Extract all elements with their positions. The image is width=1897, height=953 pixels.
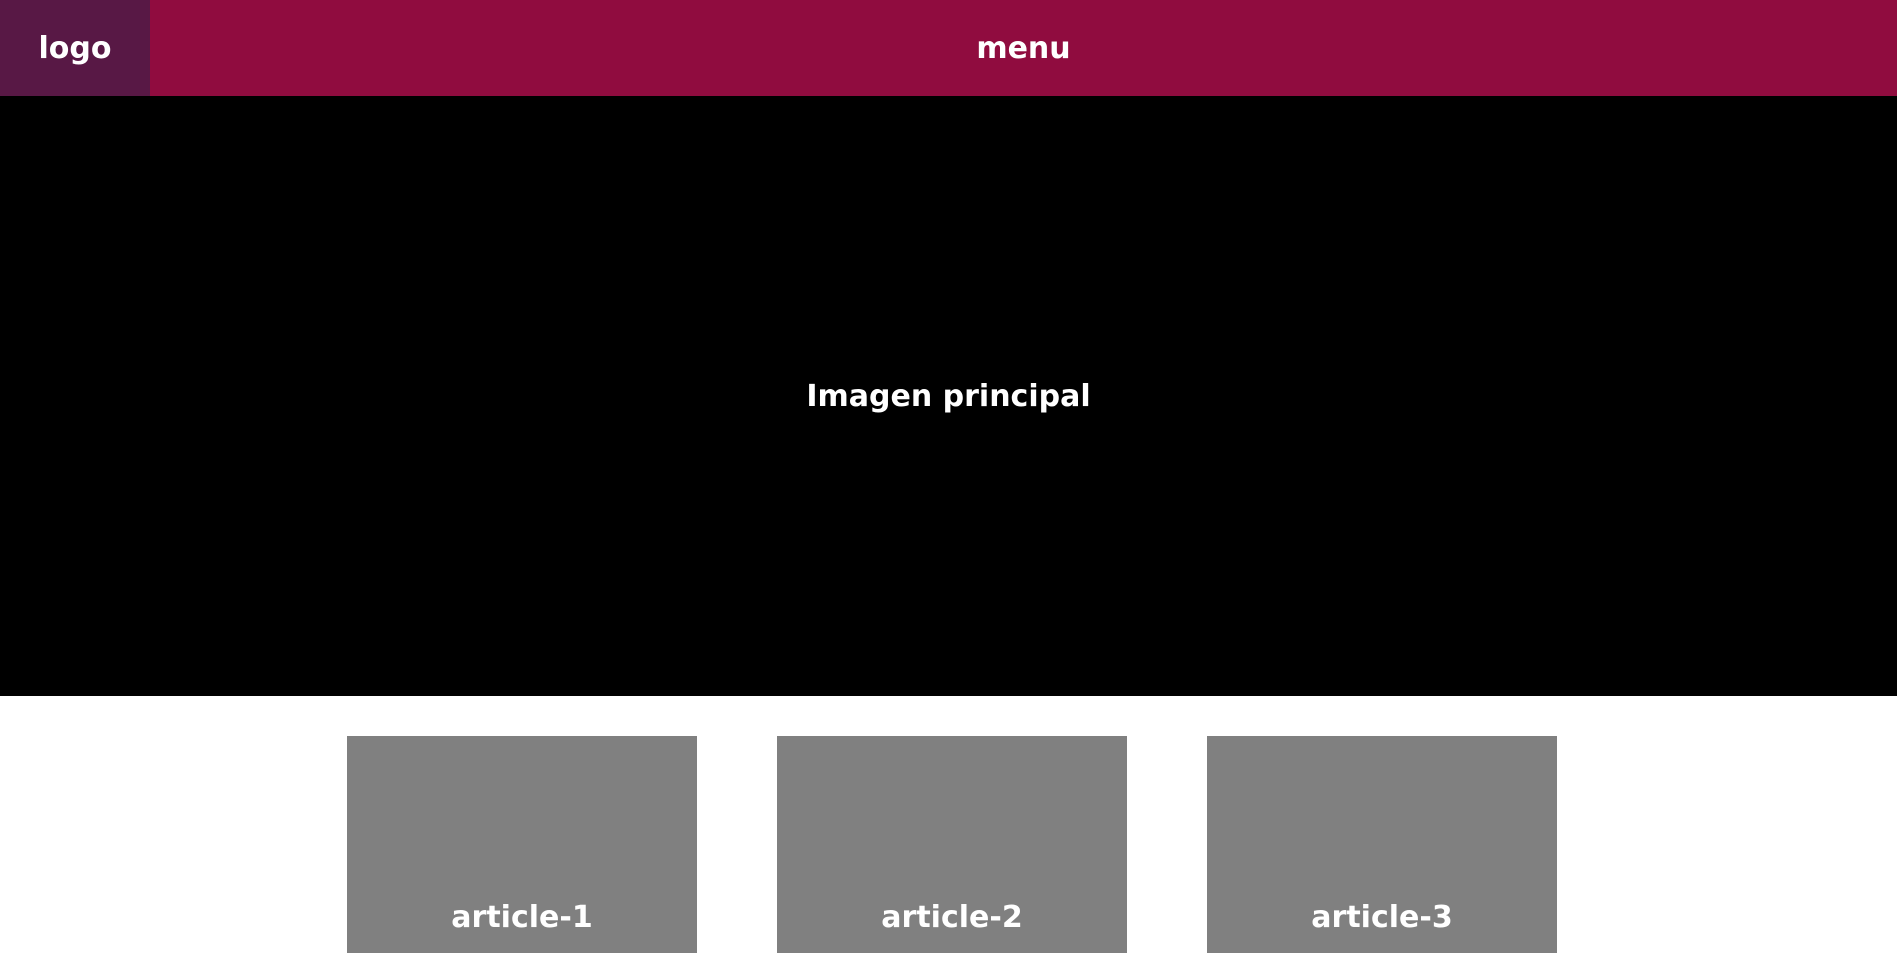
main-image-label: Imagen principal	[806, 378, 1091, 414]
logo-label: logo	[38, 30, 112, 66]
site-header: logo menu	[0, 0, 1897, 96]
menu-label: menu	[976, 30, 1071, 66]
logo[interactable]: logo	[0, 0, 150, 96]
article-card-3[interactable]: article-3	[1207, 736, 1557, 953]
article-title: article-2	[881, 900, 1023, 935]
articles-section: article-1 article-2 article-3	[0, 736, 1897, 953]
article-title: article-3	[1311, 900, 1453, 935]
article-title: article-1	[451, 900, 593, 935]
main-image: Imagen principal	[0, 96, 1897, 696]
article-card-2[interactable]: article-2	[777, 736, 1127, 953]
menu[interactable]: menu	[150, 0, 1897, 96]
article-card-1[interactable]: article-1	[347, 736, 697, 953]
